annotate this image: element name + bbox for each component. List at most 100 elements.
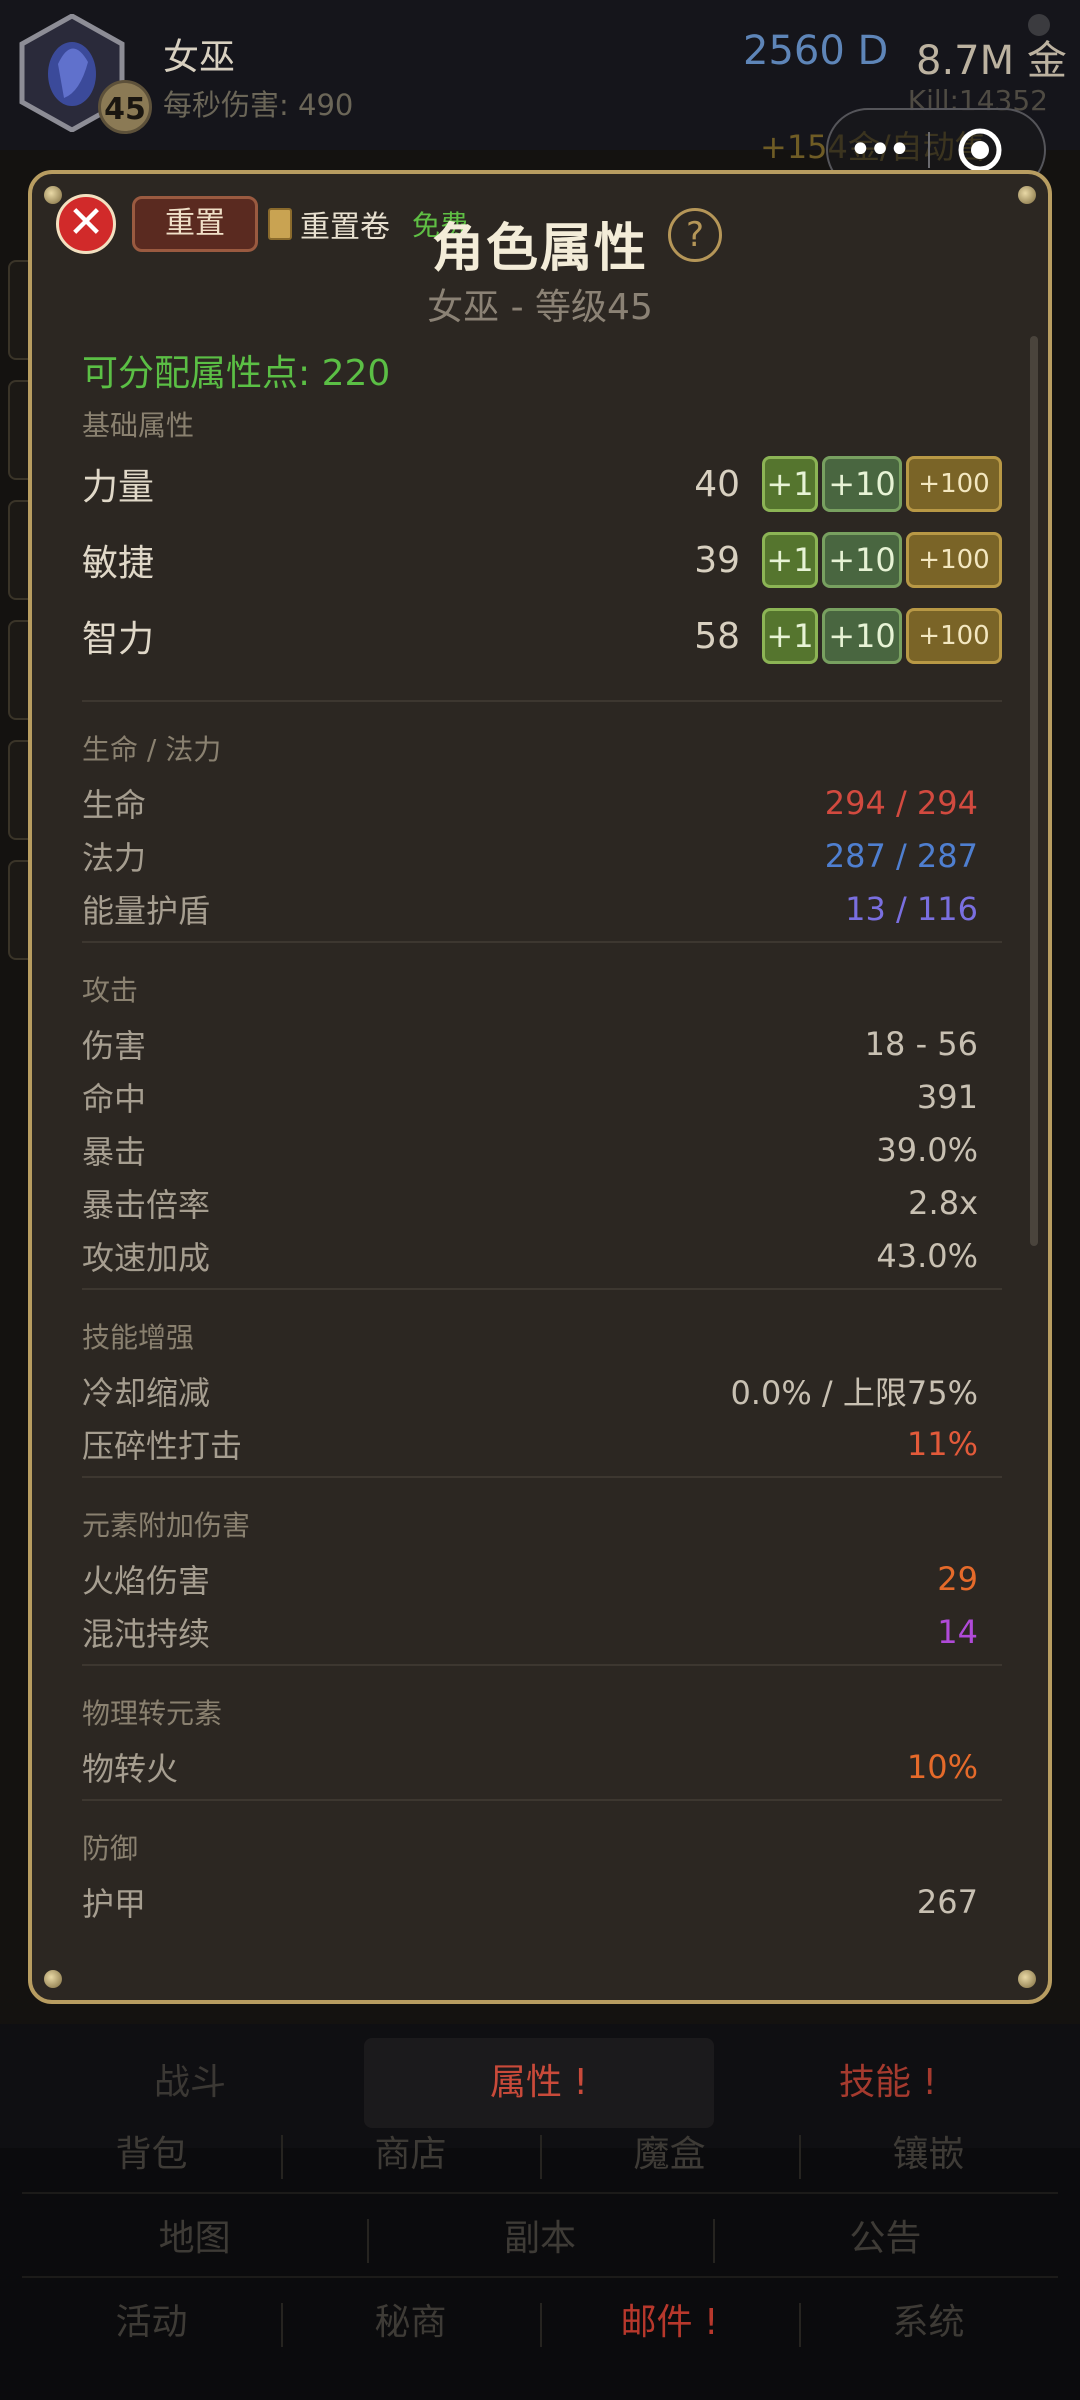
add-10-button[interactable]: +10 — [822, 532, 902, 588]
scrollbar[interactable] — [1030, 336, 1038, 1246]
menu-inlay[interactable]: 镶嵌 — [799, 2125, 1058, 2179]
menu-system[interactable]: 系统 — [799, 2293, 1058, 2347]
section-element-title: 元素附加伤害 — [82, 1509, 251, 1542]
add-1-button[interactable]: +1 — [762, 532, 818, 588]
attribute-value: 58 — [694, 615, 740, 657]
attribute-name: 力量 — [82, 467, 155, 508]
top-status-bar: 45 女巫 每秒伤害: 490 2560 D 8.7M 金 Kill:14352… — [0, 0, 1080, 192]
menu-shop[interactable]: 商店 — [281, 2125, 540, 2179]
stat-name: 命中 — [82, 1079, 147, 1118]
stat-row: 法力 287 / 287 — [82, 829, 1002, 882]
dps-readout: 每秒伤害: 490 — [163, 88, 354, 122]
menu-dungeon[interactable]: 副本 — [367, 2209, 712, 2263]
menu-row: 地图 副本 公告 — [22, 2194, 1058, 2276]
stat-name: 压碎性打击 — [82, 1426, 243, 1465]
indicator-dot — [1028, 14, 1050, 36]
menu-notice[interactable]: 公告 — [712, 2209, 1058, 2263]
stat-name: 物转火 — [82, 1749, 179, 1788]
attribute-value: 40 — [694, 463, 740, 505]
rivet-decoration — [44, 186, 62, 204]
attribute-name: 敏捷 — [82, 543, 155, 584]
modal-title: 角色属性 — [431, 219, 648, 279]
stat-name: 混沌持续 — [82, 1614, 211, 1653]
menu-row: 活动 秘商 邮件 ! 系统 — [22, 2278, 1058, 2360]
add-100-button[interactable]: +100 — [906, 532, 1002, 588]
attributes-content: 可分配属性点: 220 基础属性 力量 40 +1 +10 +100 敏捷 39 +1 +10 +… — [82, 334, 1002, 1928]
stat-value: 43.0% — [876, 1236, 978, 1275]
defense-stats: 护甲 267 — [82, 1875, 1002, 1928]
stat-row: 生命 294 / 294 — [82, 776, 1002, 829]
stat-row: 冷却缩减 0.0% / 上限75% — [82, 1364, 1002, 1417]
menu-secret-shop[interactable]: 秘商 — [281, 2293, 540, 2347]
menu-bag[interactable]: 背包 — [22, 2125, 281, 2177]
menu-events[interactable]: 活动 — [22, 2293, 281, 2345]
stat-name: 火焰伤害 — [82, 1561, 211, 1600]
stat-value: 294 / 294 — [824, 783, 978, 822]
stat-row: 混沌持续 14 — [82, 1605, 1002, 1658]
section-skill-title: 技能增强 — [82, 1321, 195, 1354]
section-base-title: 基础属性 — [82, 409, 195, 442]
stat-row: 暴击倍率 2.8x — [82, 1176, 1002, 1229]
add-1-button[interactable]: +1 — [762, 456, 818, 512]
help-button[interactable]: ? — [668, 208, 722, 262]
add-10-button[interactable]: +10 — [822, 608, 902, 664]
stat-name: 攻速加成 — [82, 1238, 211, 1277]
primary-attributes: 力量 40 +1 +10 +100 敏捷 39 +1 +10 +100 智力 58 +1 +10 +100 — [82, 446, 1002, 674]
rivet-decoration — [44, 1970, 62, 1988]
stat-row: 攻速加成 43.0% — [82, 1229, 1002, 1282]
character-name: 女巫 — [163, 37, 236, 78]
menu-mail[interactable]: 邮件 ! — [540, 2293, 799, 2347]
attribute-name: 智力 — [82, 619, 155, 660]
rivet-decoration — [1018, 186, 1036, 204]
stat-row: 能量护盾 13 / 116 — [82, 882, 1002, 935]
menu-map[interactable]: 地图 — [22, 2209, 367, 2261]
skill-stats: 冷却缩减 0.0% / 上限75% 压碎性打击 11% — [82, 1364, 1002, 1470]
stat-name: 暴击 — [82, 1132, 147, 1171]
primary-attribute-row: 智力 58 +1 +10 +100 — [82, 598, 1002, 674]
background-cards — [0, 230, 48, 990]
menu-row: 背包 商店 魔盒 镶嵌 — [22, 2110, 1058, 2192]
add-100-button[interactable]: +100 — [906, 456, 1002, 512]
stat-value: 29 — [937, 1559, 978, 1598]
stat-value: 39.0% — [876, 1130, 978, 1169]
modal-subtitle: 女巫 - 等级45 — [427, 287, 653, 328]
attack-stats: 伤害 18 - 56 命中 391 暴击 39.0% 暴击倍率 2.8x 攻速加成 43.0% — [82, 1017, 1002, 1282]
life-mana-stats: 生命 294 / 294 法力 287 / 287 能量护盾 13 / 116 — [82, 776, 1002, 935]
stat-name: 冷却缩减 — [82, 1373, 211, 1412]
gold-count: 8.7M 金 — [916, 38, 1067, 84]
close-miniprogram-icon[interactable] — [930, 127, 1030, 173]
stat-value: 267 — [916, 1882, 978, 1921]
primary-attribute-row: 敏捷 39 +1 +10 +100 — [82, 522, 1002, 598]
stat-name: 伤害 — [82, 1026, 147, 1065]
stat-value: 10% — [906, 1747, 978, 1786]
stat-row: 命中 391 — [82, 1070, 1002, 1123]
stat-row: 护甲 267 — [82, 1875, 1002, 1928]
stat-name: 法力 — [82, 838, 147, 877]
attributes-modal: ✕ 重置 重置卷 免费 角色属性 ? 女巫 - 等级45 可分配属性点: 220… — [28, 170, 1052, 2004]
stat-name: 生命 — [82, 785, 147, 824]
level-badge: 45 — [98, 80, 152, 134]
section-attack-title: 攻击 — [82, 974, 139, 1007]
stat-value: 18 - 56 — [864, 1024, 978, 1063]
convert-stats: 物转火 10% — [82, 1740, 1002, 1793]
add-10-button[interactable]: +10 — [822, 456, 902, 512]
rivet-decoration — [1018, 1970, 1036, 1988]
more-options-icon[interactable]: ••• — [828, 130, 928, 170]
menu-magic-box[interactable]: 魔盒 — [540, 2125, 799, 2179]
attribute-value: 39 — [694, 539, 740, 581]
element-stats: 火焰伤害 29 混沌持续 14 — [82, 1552, 1002, 1658]
add-100-button[interactable]: +100 — [906, 608, 1002, 664]
stat-value: 287 / 287 — [824, 836, 978, 875]
stat-name: 护甲 — [82, 1884, 147, 1923]
stat-row: 火焰伤害 29 — [82, 1552, 1002, 1605]
stat-row: 压碎性打击 11% — [82, 1417, 1002, 1470]
stat-row: 暴击 39.0% — [82, 1123, 1002, 1176]
stat-row: 物转火 10% — [82, 1740, 1002, 1793]
diamond-count: 2560 D — [743, 28, 889, 74]
stat-value: 391 — [916, 1077, 978, 1116]
section-life-title: 生命 / 法力 — [82, 733, 222, 766]
stat-value: 2.8x — [908, 1183, 978, 1222]
add-1-button[interactable]: +1 — [762, 608, 818, 664]
primary-attribute-row: 力量 40 +1 +10 +100 — [82, 446, 1002, 522]
stat-value: 11% — [906, 1424, 978, 1463]
